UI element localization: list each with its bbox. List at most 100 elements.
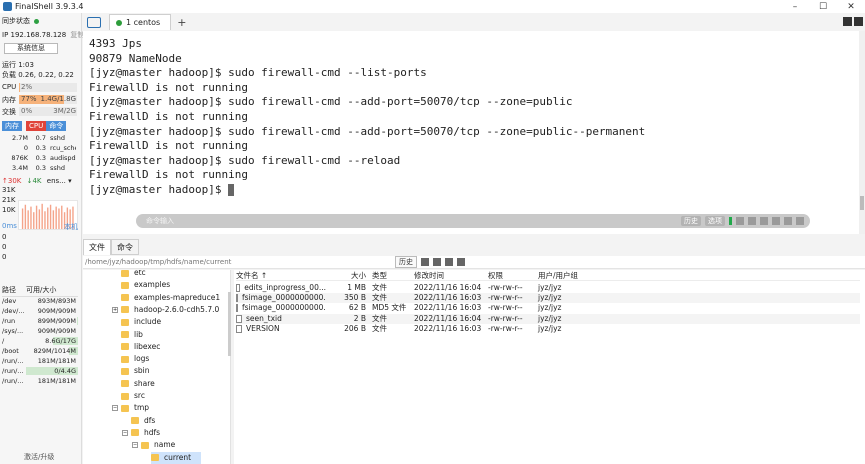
tree-node[interactable]: − name xyxy=(132,439,175,451)
copy-icon[interactable] xyxy=(736,217,744,225)
gear-icon[interactable] xyxy=(772,217,780,225)
tree-node[interactable]: sbin xyxy=(121,365,150,377)
load-average: 负载 0.26, 0.22, 0.22 xyxy=(2,71,74,79)
network-header: ↑30K ↓4K ens... ▾ xyxy=(2,177,72,185)
refresh-icon[interactable] xyxy=(421,258,429,266)
disk-row[interactable]: /run 899M/909M xyxy=(2,316,78,326)
download-icon[interactable] xyxy=(784,217,792,225)
tree-node[interactable]: logs xyxy=(121,353,149,365)
disk-row[interactable]: /run/... 181M/181M xyxy=(2,376,78,386)
tree-expander-icon[interactable]: − xyxy=(122,429,128,436)
file-owner: jyz/jyz xyxy=(538,313,562,323)
send-indicator-icon xyxy=(729,217,732,225)
tree-node-label: examples-mapreduce1 xyxy=(134,292,221,302)
sort-by-memory-tab[interactable]: 内存 xyxy=(2,121,22,131)
folder-icon xyxy=(121,355,129,363)
file-row[interactable]: fsimage_0000000000... 62 B MD5 文件 2022/11/1… xyxy=(236,303,860,313)
paste-icon[interactable] xyxy=(748,217,756,225)
tab-commands[interactable]: 命令 xyxy=(111,239,139,255)
tree-node[interactable]: current xyxy=(151,451,202,464)
file-name-cell: fsimage_0000000000... xyxy=(236,303,326,313)
col-mtime[interactable]: 修改时间 xyxy=(414,271,488,280)
terminal-output[interactable]: 4393 Jps 90879 NameNode [jyz@master hadoop… xyxy=(83,31,859,234)
upload-icon[interactable] xyxy=(433,258,441,266)
history-button[interactable]: 历史 xyxy=(681,216,701,226)
latency-row: 0 xyxy=(2,243,7,251)
tree-node-label: share xyxy=(134,378,155,388)
chevron-down-icon[interactable]: ▾ xyxy=(68,177,72,185)
disk-row[interactable]: / 8.6G/17G xyxy=(2,336,78,346)
system-info-button[interactable]: 系统信息 xyxy=(4,43,58,54)
col-owner[interactable]: 用户/用户组 xyxy=(538,271,598,280)
tree-node[interactable]: dfs xyxy=(131,415,155,427)
window-icon[interactable] xyxy=(796,217,804,225)
disk-path: /run/... xyxy=(2,377,24,385)
terminal-line: 90879 NameNode xyxy=(89,51,182,65)
command-input-bar[interactable]: 命令输入 历史 选项 xyxy=(136,214,810,228)
col-type[interactable]: 类型 xyxy=(368,271,414,280)
process-row[interactable]: 0 0.3 rcu_sche xyxy=(2,143,78,153)
file-row[interactable]: VERSION 206 B 文件 2022/11/16 16:03 -rw-rw-r--… xyxy=(236,324,860,334)
sort-by-cpu-tab[interactable]: CPU xyxy=(26,121,47,131)
process-row[interactable]: 2.7M 0.7 sshd xyxy=(2,133,78,143)
directory-tree: etc examples examples-mapreduce1 + hadoop-2.… xyxy=(83,270,231,464)
tab-files[interactable]: 文件 xyxy=(83,239,111,255)
options-button[interactable]: 选项 xyxy=(705,216,725,226)
command-input[interactable]: 命令输入 xyxy=(136,216,174,226)
disk-row[interactable]: /run/... 181M/181M xyxy=(2,356,78,366)
tree-node[interactable]: share xyxy=(121,378,155,390)
disk-usage: 0/4.4G xyxy=(54,367,76,375)
file-row[interactable]: fsimage_0000000000... 350 B 文件 2022/11/16 1… xyxy=(236,293,860,304)
add-tab-button[interactable]: + xyxy=(177,16,186,29)
col-permissions[interactable]: 权限 xyxy=(488,271,538,280)
upload-folder-icon[interactable] xyxy=(457,258,465,266)
folder-icon[interactable] xyxy=(87,16,101,28)
terminal-scrollbar[interactable] xyxy=(859,31,865,234)
tab-centos[interactable]: 1 centos xyxy=(109,14,172,30)
layout-grid-icon[interactable] xyxy=(843,17,865,27)
process-sort-tabs: 内存 CPU 命令 xyxy=(2,121,78,131)
sort-by-command-tab[interactable]: 命令 xyxy=(46,121,67,131)
search-icon[interactable] xyxy=(760,217,768,225)
tree-node[interactable]: etc xyxy=(121,270,146,279)
tree-scrollbar[interactable] xyxy=(228,292,231,356)
tree-node[interactable]: examples-mapreduce1 xyxy=(121,292,220,304)
process-cmd: audispd xyxy=(50,154,76,162)
tree-node[interactable]: include xyxy=(121,316,161,328)
file-name: fsimage_0000000000... xyxy=(242,293,326,303)
tree-expander-icon[interactable]: − xyxy=(132,442,138,449)
process-row[interactable]: 876K 0.3 audispd xyxy=(2,153,78,163)
disk-row[interactable]: /dev/... 909M/909M xyxy=(2,306,78,316)
tree-expander-icon[interactable]: − xyxy=(112,405,118,412)
file-row[interactable]: seen_txid 2 B 文件 2022/11/16 16:04 -rw-rw-r--… xyxy=(236,313,860,324)
tree-node[interactable]: lib xyxy=(121,329,143,341)
activate-upgrade-link[interactable]: 激活/升级 xyxy=(24,452,54,462)
disk-row[interactable]: /dev 893M/893M xyxy=(2,296,78,306)
path-input[interactable]: /home/jyz/hadoop/tmp/hdfs/name/current xyxy=(83,258,395,266)
download-icon[interactable] xyxy=(445,258,453,266)
minimize-button[interactable]: – xyxy=(781,2,809,12)
net-interface-select[interactable]: ens... xyxy=(47,177,66,185)
tree-node[interactable]: − tmp xyxy=(112,402,149,414)
net-axis-ticks: 31K 21K 10K xyxy=(2,185,16,215)
tree-node[interactable]: libexec xyxy=(121,341,160,353)
path-history-button[interactable]: 历史 xyxy=(395,256,417,268)
tree-expander-icon[interactable]: + xyxy=(112,306,118,313)
disk-row[interactable]: /sys/... 909M/909M xyxy=(2,326,78,336)
disk-usage: 909M/909M xyxy=(37,307,76,315)
tree-node[interactable]: examples xyxy=(121,279,170,291)
file-name: edits_inprogress_00... xyxy=(244,283,326,292)
file-row[interactable]: edits_inprogress_00... 1 MB 文件 2022/11/16 1… xyxy=(236,283,860,293)
tree-node[interactable]: src xyxy=(121,390,145,402)
col-size[interactable]: 大小 xyxy=(326,271,368,280)
disk-row[interactable]: /run/... 0/4.4G xyxy=(2,366,78,376)
col-filename[interactable]: 文件名 ↑ xyxy=(236,271,326,280)
disk-row[interactable]: /boot 829M/1014M xyxy=(2,346,78,356)
maximize-button[interactable]: ☐ xyxy=(809,2,837,12)
process-row[interactable]: 3.4M 0.3 sshd xyxy=(2,163,78,173)
tree-node[interactable]: − hdfs xyxy=(122,427,160,439)
tree-node[interactable]: + hadoop-2.6.0-cdh5.7.0 xyxy=(112,304,219,316)
process-cmd: sshd xyxy=(50,134,66,142)
close-button[interactable]: ✕ xyxy=(837,2,865,12)
window-controls: – ☐ ✕ xyxy=(781,2,865,12)
